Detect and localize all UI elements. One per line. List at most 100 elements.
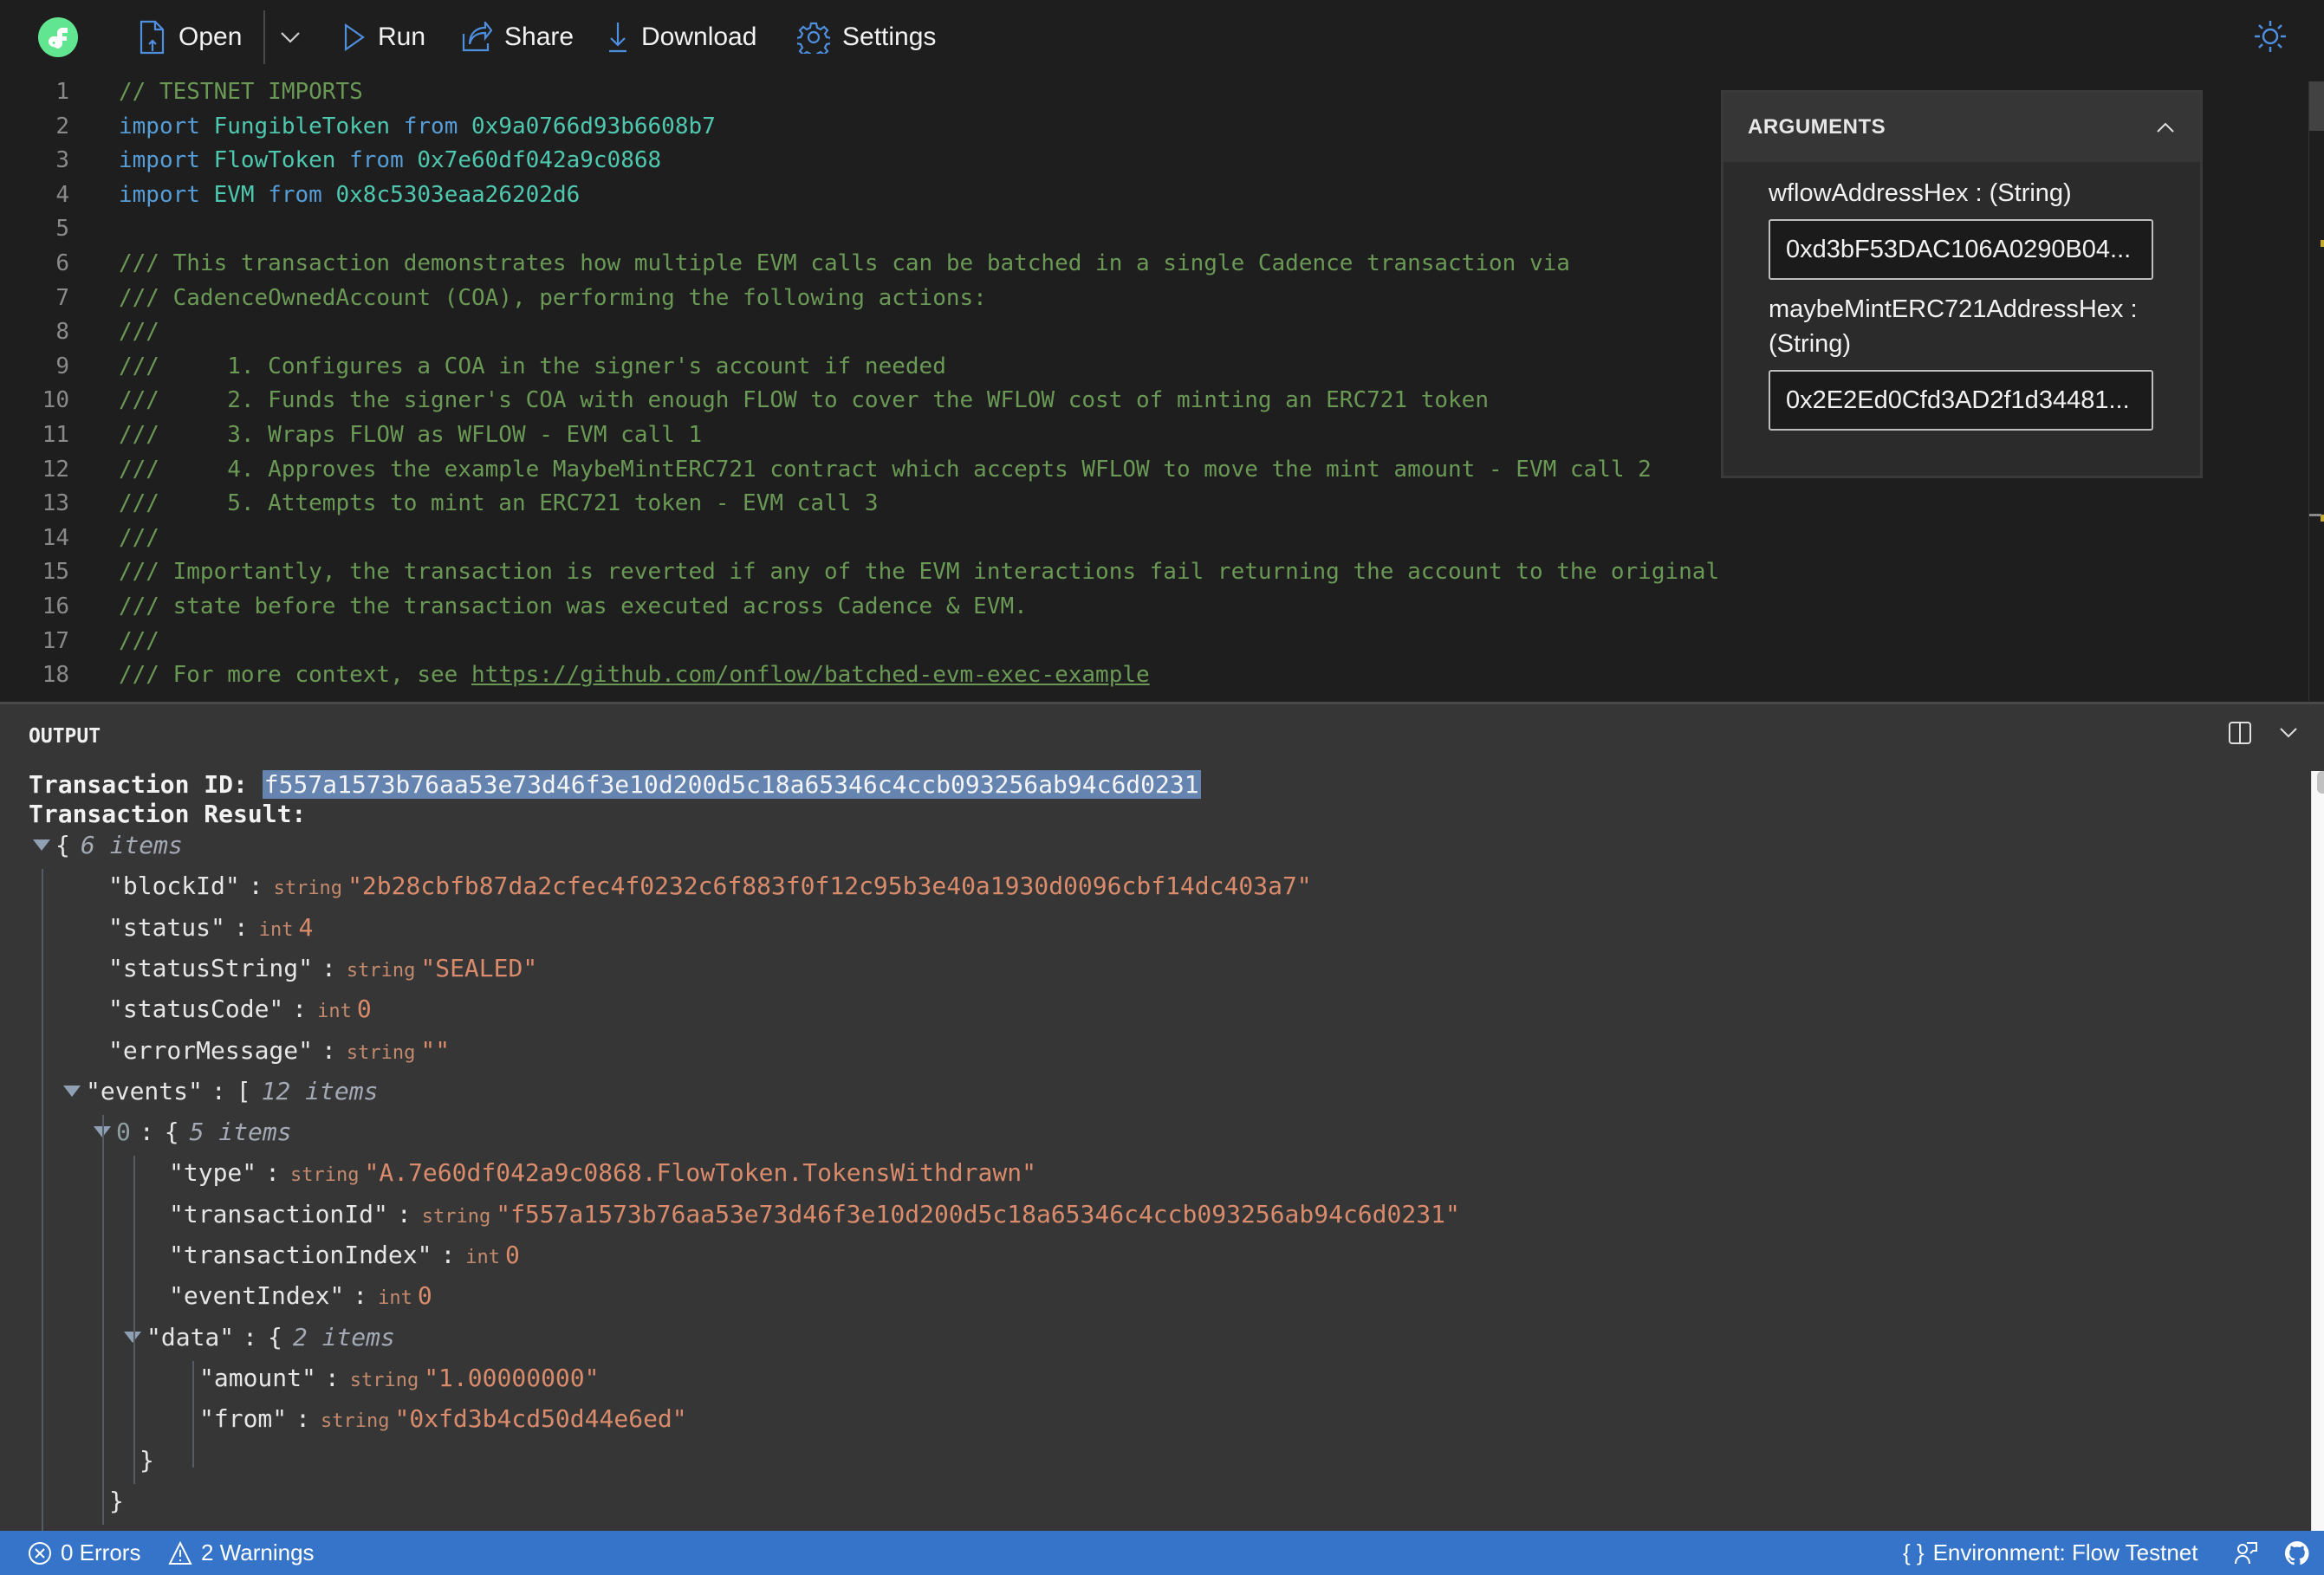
split-view-icon[interactable] — [2229, 722, 2251, 744]
code-token: /// For more context, see — [119, 662, 471, 689]
json-node[interactable]: {6 items — [33, 828, 183, 863]
json-node[interactable]: "data": {2 items — [124, 1320, 395, 1355]
json-field: "errorMessage": string "" — [108, 1034, 450, 1068]
json-type: int — [258, 918, 294, 941]
code-line[interactable]: 6 /// This transaction demonstrates how m… — [0, 246, 1820, 281]
chevron-up-icon[interactable] — [2155, 120, 2176, 134]
line-number: 3 — [55, 147, 69, 174]
code-line[interactable]: 13 /// 5. Attempts to mint an ERC721 toke… — [0, 486, 1820, 521]
json-item-count: 6 items — [80, 831, 183, 859]
code-line[interactable]: 7 /// CadenceOwnedAccount (COA), performi… — [0, 281, 1820, 315]
code-token: /// CadenceOwnedAccount (COA), performin… — [119, 284, 987, 311]
code-line[interactable]: 18 /// For more context, see https://gith… — [0, 658, 1820, 692]
json-item-count: 2 items — [292, 1322, 395, 1351]
json-node[interactable]: 0: {5 items — [94, 1115, 292, 1150]
github-button[interactable] — [2284, 1531, 2310, 1575]
code-line[interactable]: 1 // TESTNET IMPORTS — [0, 75, 1820, 109]
code-line[interactable]: 16 /// state before the transaction was e… — [0, 589, 1820, 624]
json-type: string — [421, 1205, 491, 1228]
line-number: 2 — [55, 113, 69, 139]
code-token: from — [268, 181, 322, 208]
expand-triangle-icon[interactable] — [124, 1331, 141, 1343]
line-number: 18 — [42, 662, 69, 689]
maybemint-address-input[interactable] — [1769, 370, 2153, 431]
code-link[interactable]: https://github.com/onflow/batched-evm-ex… — [471, 662, 1150, 688]
code-line[interactable]: 8 /// — [0, 314, 1820, 349]
transaction-id-value[interactable]: f557a1573b76aa53e73d46f3e10d200d5c18a653… — [262, 770, 1201, 799]
share-label: Share — [504, 23, 575, 51]
code-line[interactable]: 15 /// Importantly, the transaction is re… — [0, 554, 1820, 589]
code-text: /// — [119, 314, 159, 349]
code-token: /// 4. Approves the example MaybeMintERC… — [119, 456, 1652, 483]
settings-button[interactable]: Settings — [797, 16, 936, 59]
code-text: /// — [119, 521, 159, 555]
json-type: string — [346, 959, 416, 982]
download-button[interactable]: Download — [607, 16, 756, 59]
code-text: import FungibleToken from 0x9a0766d93b66… — [119, 109, 716, 144]
open-button[interactable]: Open — [139, 16, 242, 59]
errors-count: 0 Errors — [61, 1539, 141, 1565]
code-text: /// For more context, see https://github… — [119, 658, 1150, 692]
json-colon: : — [324, 1363, 340, 1392]
code-token: /// 2. Funds the signer's COA with enoug… — [119, 387, 1489, 414]
sun-icon — [2255, 21, 2286, 52]
json-node[interactable]: 1: {5 items — [94, 1525, 292, 1531]
flow-logo-icon[interactable] — [38, 17, 78, 57]
json-node[interactable]: "events": [12 items — [63, 1074, 378, 1109]
code-line[interactable]: 10 /// 2. Funds the signer's COA with eno… — [0, 383, 1820, 418]
json-value: "2b28cbfb87da2cfec4f0232c6f883f0f12c95b3… — [347, 872, 1312, 901]
share-button[interactable]: Share — [461, 16, 574, 59]
code-line[interactable]: 3 import FlowToken from 0x7e60df042a9c086… — [0, 143, 1820, 178]
line-number: 16 — [42, 593, 69, 619]
open-dropdown-button[interactable] — [279, 16, 302, 59]
json-colon: : — [140, 1525, 154, 1531]
code-line[interactable]: 5 — [0, 211, 1820, 246]
editor-scrollbar-thumb[interactable] — [2309, 81, 2324, 131]
chevron-down-icon[interactable] — [2279, 727, 2298, 739]
json-brace: } — [109, 1486, 124, 1515]
code-line[interactable]: 2 import FungibleToken from 0x9a0766d93b6… — [0, 109, 1820, 144]
output-scrollbar[interactable] — [2311, 771, 2324, 1531]
wflow-address-input[interactable] — [1769, 219, 2153, 280]
theme-toggle-button[interactable] — [2253, 19, 2288, 54]
errors-indicator[interactable]: 0 Errors — [28, 1531, 140, 1575]
expand-triangle-icon[interactable] — [33, 839, 50, 851]
warnings-count: 2 Warnings — [201, 1539, 315, 1565]
code-line[interactable]: 17 /// — [0, 624, 1820, 658]
environment-selector[interactable]: { } Environment: Flow Testnet — [1903, 1531, 2197, 1575]
code-line[interactable]: 14 /// — [0, 521, 1820, 555]
json-field: "statusString": string "SEALED" — [108, 951, 537, 986]
expand-triangle-icon[interactable] — [63, 1085, 81, 1097]
arguments-header[interactable]: ARGUMENTS — [1724, 93, 2200, 162]
feedback-button[interactable] — [2234, 1531, 2258, 1575]
code-line[interactable]: 9 /// 1. Configures a COA in the signer's… — [0, 349, 1820, 384]
json-key: "from" — [199, 1404, 288, 1434]
code-line[interactable]: 4 import EVM from 0x8c5303eaa26202d6 — [0, 178, 1820, 212]
json-brace: { — [164, 1118, 179, 1147]
code-token: EVM — [213, 181, 255, 208]
tree-guide-line — [133, 1156, 135, 1484]
code-token: /// — [119, 627, 159, 654]
json-value: "1.00000000" — [424, 1363, 600, 1392]
run-button[interactable]: Run — [343, 16, 425, 59]
json-colon: : — [265, 1158, 281, 1188]
warnings-indicator[interactable]: 2 Warnings — [168, 1531, 315, 1575]
play-icon — [344, 23, 365, 52]
settings-label: Settings — [842, 23, 937, 51]
line-number: 8 — [55, 319, 69, 346]
code-token: /// state before the transaction was exe… — [119, 593, 1028, 619]
json-type: int — [465, 1247, 501, 1268]
json-brace: [ — [236, 1076, 251, 1105]
code-editor[interactable]: 1 // TESTNET IMPORTS 2 import FungibleToken… — [0, 75, 2324, 702]
code-line[interactable]: 11 /// 3. Wraps FLOW as WFLOW - EVM call … — [0, 418, 1820, 452]
editor-scrollbar[interactable] — [2308, 81, 2324, 701]
json-field: "type": string "A.7e60df042a9c0868.FlowTok… — [169, 1156, 1036, 1190]
output-scrollbar-thumb[interactable] — [2317, 771, 2324, 794]
json-key: "statusString" — [108, 953, 314, 982]
code-token: from — [403, 113, 458, 139]
json-colon: : — [233, 912, 249, 942]
code-line[interactable]: 12 /// 4. Approves the example MaybeMintE… — [0, 452, 1820, 487]
code-text: /// 5. Attempts to mint an ERC721 token … — [119, 486, 879, 521]
